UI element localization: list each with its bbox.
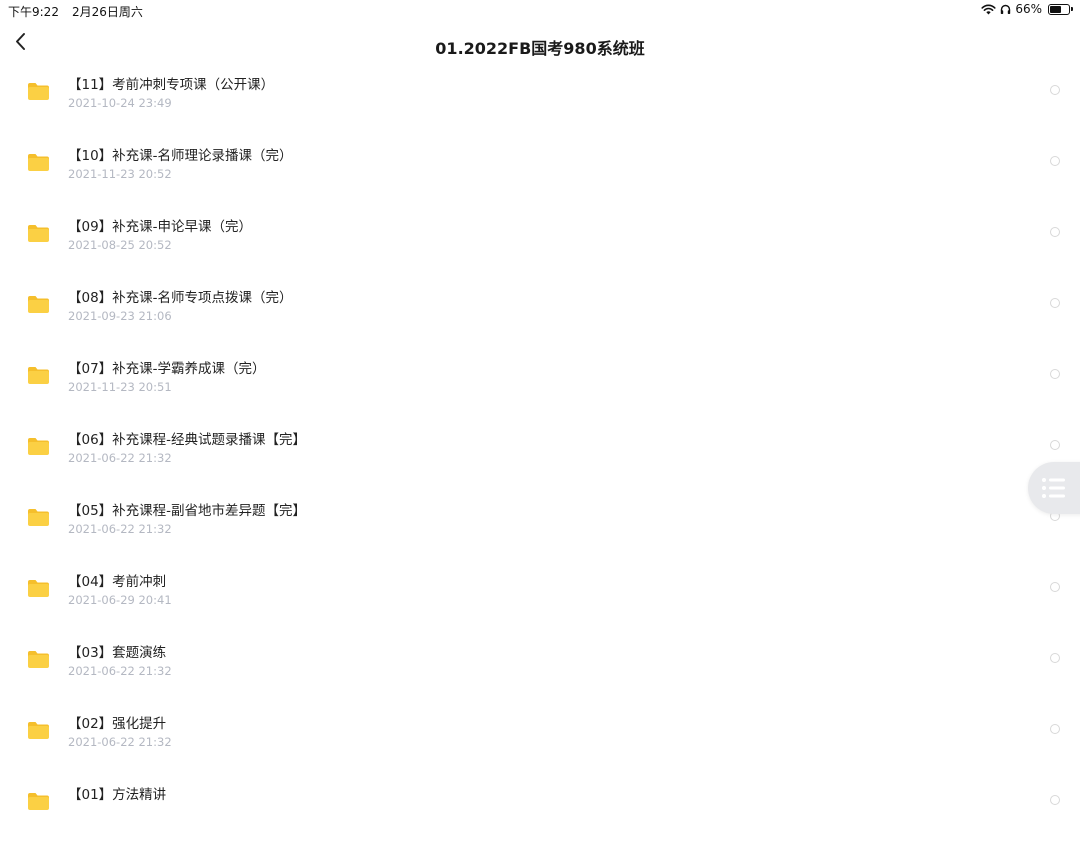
folder-date: 2021-06-22 21:32 — [68, 664, 172, 678]
folder-item[interactable]: 【04】考前冲刺 2021-06-29 20:41 — [0, 563, 1080, 634]
status-left: 下午9:22 2月26日周六 — [8, 3, 143, 20]
battery-icon — [1048, 3, 1073, 15]
select-radio[interactable] — [1050, 298, 1060, 308]
floating-menu-button[interactable] — [1028, 462, 1080, 514]
folder-name: 【08】补充课-名师专项点拨课（完） — [68, 290, 293, 306]
folder-item[interactable]: 【02】强化提升 2021-06-22 21:32 — [0, 705, 1080, 776]
select-radio[interactable] — [1050, 795, 1060, 805]
select-radio[interactable] — [1050, 582, 1060, 592]
folder-name: 【06】补充课程-经典试题录播课【完】 — [68, 432, 307, 448]
folder-date: 2021-09-23 21:06 — [68, 309, 172, 323]
status-date: 2月26日周六 — [71, 5, 143, 19]
nav-bar: 01.2022FB国考980系统班 — [0, 22, 1080, 66]
folder-icon — [28, 296, 49, 313]
folder-name: 【07】补充课-学霸养成课（完） — [68, 361, 266, 377]
select-radio[interactable] — [1050, 653, 1060, 663]
folder-icon — [28, 367, 49, 384]
status-time: 下午9:22 — [8, 5, 59, 19]
folder-name: 【10】补充课-名师理论录播课（完） — [68, 148, 293, 164]
list-menu-icon — [1042, 478, 1065, 498]
folder-icon — [28, 509, 49, 526]
folder-icon — [28, 793, 49, 810]
folder-name: 【02】强化提升 — [68, 716, 167, 732]
folder-item[interactable]: 【03】套题演练 2021-06-22 21:32 — [0, 634, 1080, 705]
folder-icon — [28, 83, 49, 100]
folder-item[interactable]: 【07】补充课-学霸养成课（完） 2021-11-23 20:51 — [0, 350, 1080, 421]
folder-name: 【11】考前冲刺专项课（公开课） — [68, 77, 275, 93]
folder-date: 2021-11-23 20:52 — [68, 167, 172, 181]
folder-date: 2021-06-22 21:32 — [68, 451, 172, 465]
folder-item[interactable]: 【05】补充课程-副省地市差异题【完】 2021-06-22 21:32 — [0, 492, 1080, 563]
folder-date: 2021-06-22 21:32 — [68, 735, 172, 749]
select-radio[interactable] — [1050, 440, 1060, 450]
select-radio[interactable] — [1050, 369, 1060, 379]
folder-date: 2021-08-25 20:52 — [68, 238, 172, 252]
folder-item[interactable]: 【08】补充课-名师专项点拨课（完） 2021-09-23 21:06 — [0, 279, 1080, 350]
folder-icon — [28, 225, 49, 242]
folder-name: 【03】套题演练 — [68, 645, 167, 661]
folder-item[interactable]: 【11】考前冲刺专项课（公开课） 2021-10-24 23:49 — [0, 66, 1080, 137]
status-bar: 下午9:22 2月26日周六 66% — [0, 0, 1080, 22]
folder-icon — [28, 722, 49, 739]
folder-list: 【11】考前冲刺专项课（公开课） 2021-10-24 23:49 【10】补充… — [0, 66, 1080, 847]
folder-icon — [28, 580, 49, 597]
status-right: 66% — [981, 2, 1073, 16]
folder-item[interactable]: 【10】补充课-名师理论录播课（完） 2021-11-23 20:52 — [0, 137, 1080, 208]
select-radio[interactable] — [1050, 227, 1060, 237]
folder-date: 2021-06-22 21:32 — [68, 522, 172, 536]
headphones-icon — [1001, 4, 1011, 14]
folder-name: 【01】方法精讲 — [68, 787, 167, 803]
folder-date: 2021-06-29 20:41 — [68, 593, 172, 607]
select-radio[interactable] — [1050, 85, 1060, 95]
folder-date: 2021-10-24 23:49 — [68, 96, 172, 110]
folder-name: 【05】补充课程-副省地市差异题【完】 — [68, 503, 307, 519]
folder-item[interactable]: 【06】补充课程-经典试题录播课【完】 2021-06-22 21:32 — [0, 421, 1080, 492]
select-radio[interactable] — [1050, 724, 1060, 734]
folder-name: 【09】补充课-申论早课（完） — [68, 219, 253, 235]
page-title: 01.2022FB国考980系统班 — [435, 39, 645, 58]
folder-icon — [28, 438, 49, 455]
wifi-icon — [981, 4, 996, 14]
battery-percent: 66% — [1015, 2, 1042, 16]
select-radio[interactable] — [1050, 156, 1060, 166]
folder-item[interactable]: 【01】方法精讲 — [0, 776, 1080, 847]
folder-name: 【04】考前冲刺 — [68, 574, 167, 590]
folder-icon — [28, 154, 49, 171]
folder-icon — [28, 651, 49, 668]
folder-date: 2021-11-23 20:51 — [68, 380, 172, 394]
folder-item[interactable]: 【09】补充课-申论早课（完） 2021-08-25 20:52 — [0, 208, 1080, 279]
